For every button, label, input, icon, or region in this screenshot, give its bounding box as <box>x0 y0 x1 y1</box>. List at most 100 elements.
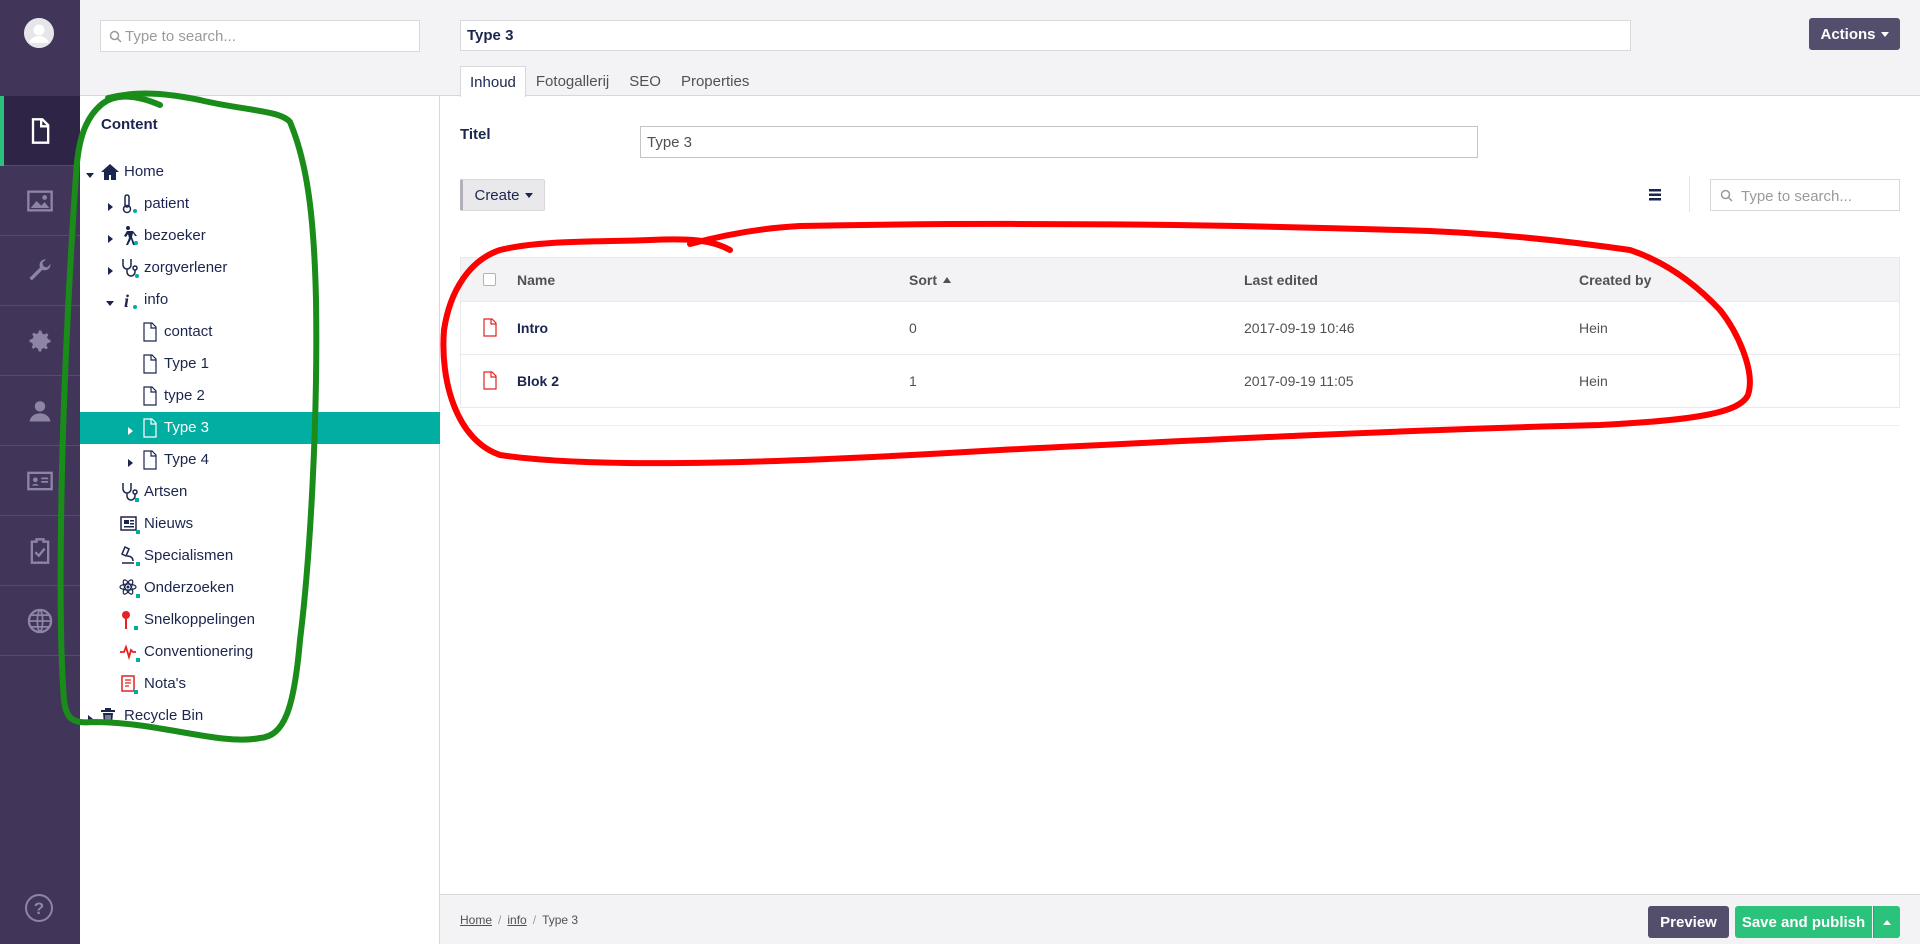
row-name[interactable]: Intro <box>517 320 548 336</box>
tree-search[interactable] <box>100 20 420 52</box>
newspaper-icon <box>119 513 141 535</box>
tree-node-bezoeker[interactable]: bezoeker <box>80 220 440 252</box>
tree-node-onderzoeken[interactable]: Onderzoeken <box>80 572 440 604</box>
editor-footer: Home / info / Type 3 Preview Save and pu… <box>440 894 1920 944</box>
tree-node-info[interactable]: i info <box>80 284 440 316</box>
tree-node-type-2[interactable]: type 2 <box>80 380 440 412</box>
tree-node-label: type 2 <box>164 387 205 404</box>
tree-node-type-3[interactable]: Type 3 <box>80 412 440 444</box>
tree-node-recycle-bin[interactable]: Recycle Bin <box>80 700 440 732</box>
column-created-by[interactable]: Created by <box>1579 272 1651 288</box>
document-icon <box>139 385 161 407</box>
tree-node-artsen[interactable]: Artsen <box>80 476 440 508</box>
microscope-icon <box>119 545 141 567</box>
breadcrumb-separator: / <box>532 913 537 927</box>
row-sort: 0 <box>909 320 917 336</box>
actions-button[interactable]: Actions <box>1809 18 1900 50</box>
create-label: Create <box>474 186 520 204</box>
tree-node-label: Artsen <box>144 483 188 500</box>
tree-node-patient[interactable]: patient <box>80 188 440 220</box>
column-sort[interactable]: Sort <box>909 272 951 288</box>
section-developer[interactable] <box>0 306 80 376</box>
tree-node-label: Type 1 <box>164 355 210 372</box>
section-content[interactable] <box>0 96 80 166</box>
tree-node-zorgverlener[interactable]: zorgverlener <box>80 252 440 284</box>
tab-inhoud[interactable]: Inhoud <box>460 66 526 97</box>
image-icon <box>27 190 53 211</box>
id-card-icon <box>27 471 53 490</box>
clipboard-check-icon <box>30 537 50 564</box>
publish-options-button[interactable] <box>1873 906 1900 938</box>
tree-node-label: Specialismen <box>144 547 234 564</box>
section-forms[interactable] <box>0 516 80 586</box>
tree-node-specialismen[interactable]: Specialismen <box>80 540 440 572</box>
breadcrumb: Home / info / Type 3 <box>460 913 578 927</box>
caret-down-icon <box>524 192 533 198</box>
tab-properties[interactable]: Properties <box>671 66 759 96</box>
caret-right-icon[interactable] <box>125 455 135 467</box>
thermometer-icon <box>119 193 141 215</box>
tree-node-notas[interactable]: Nota's <box>80 668 440 700</box>
column-last-edited[interactable]: Last edited <box>1244 272 1318 288</box>
listview-search-input[interactable] <box>1741 185 1893 207</box>
document-icon <box>482 318 498 337</box>
content-editor: Actions Inhoud Fotogallerij SEO Properti… <box>440 0 1920 944</box>
create-button[interactable]: Create <box>460 179 545 211</box>
caret-right-icon[interactable] <box>85 711 95 723</box>
info-icon: i <box>119 289 141 311</box>
table-pagination-area <box>460 408 1900 426</box>
caret-down-icon[interactable] <box>85 167 95 178</box>
section-members[interactable] <box>0 446 80 516</box>
stethoscope-icon <box>119 481 141 503</box>
caret-right-icon[interactable] <box>125 423 135 435</box>
tree-node-label: contact <box>164 323 213 340</box>
tree-node-contact[interactable]: contact <box>80 316 440 348</box>
help-button[interactable]: ? <box>24 893 54 923</box>
row-name[interactable]: Blok 2 <box>517 373 559 389</box>
caret-right-icon[interactable] <box>105 199 115 211</box>
stethoscope-icon <box>119 257 141 279</box>
user-avatar[interactable] <box>24 18 54 48</box>
home-icon <box>99 161 121 183</box>
breadcrumb-home[interactable]: Home <box>460 913 492 927</box>
section-settings[interactable] <box>0 236 80 306</box>
document-icon <box>139 353 161 375</box>
gear-icon <box>29 330 51 351</box>
tab-seo[interactable]: SEO <box>619 66 671 96</box>
caret-right-icon[interactable] <box>105 263 115 275</box>
node-name-input[interactable] <box>460 20 1631 51</box>
document-icon <box>31 117 50 144</box>
tree-node-conventionering[interactable]: Conventionering <box>80 636 440 668</box>
column-name[interactable]: Name <box>517 272 555 288</box>
tab-fotogallerij[interactable]: Fotogallerij <box>526 66 619 96</box>
list-view-toggle[interactable] <box>1648 187 1662 203</box>
tree-node-type-4[interactable]: Type 4 <box>80 444 440 476</box>
user-icon <box>29 400 51 421</box>
table-row[interactable]: Intro 0 2017-09-19 10:46 Hein <box>460 302 1900 355</box>
breadcrumb-info[interactable]: info <box>507 913 526 927</box>
titel-input[interactable] <box>640 126 1478 158</box>
table-row[interactable]: Blok 2 1 2017-09-19 11:05 Hein <box>460 355 1900 408</box>
tree-search-input[interactable] <box>125 25 415 47</box>
tree-node-nieuws[interactable]: Nieuws <box>80 508 440 540</box>
table-header: Name Sort Last edited Created by <box>460 257 1900 302</box>
trash-icon <box>99 705 121 727</box>
svg-text:i: i <box>124 291 129 311</box>
save-and-publish-button[interactable]: Save and publish <box>1735 906 1872 938</box>
section-users[interactable] <box>0 376 80 446</box>
heartbeat-icon <box>119 641 141 663</box>
tree-node-label: Recycle Bin <box>124 707 204 724</box>
pushpin-icon <box>119 609 141 631</box>
section-media[interactable] <box>0 166 80 236</box>
section-translation[interactable] <box>0 586 80 656</box>
listview-search[interactable] <box>1710 179 1900 211</box>
tree-node-label: Onderzoeken <box>144 579 235 596</box>
caret-down-icon[interactable] <box>105 295 115 306</box>
preview-button[interactable]: Preview <box>1648 906 1729 938</box>
tree-node-type-1[interactable]: Type 1 <box>80 348 440 380</box>
tree-node-home[interactable]: Home <box>80 156 440 188</box>
caret-right-icon[interactable] <box>105 231 115 243</box>
row-sort: 1 <box>909 373 917 389</box>
tree-node-snelkoppelingen[interactable]: Snelkoppelingen <box>80 604 440 636</box>
select-all-checkbox[interactable] <box>483 273 496 286</box>
